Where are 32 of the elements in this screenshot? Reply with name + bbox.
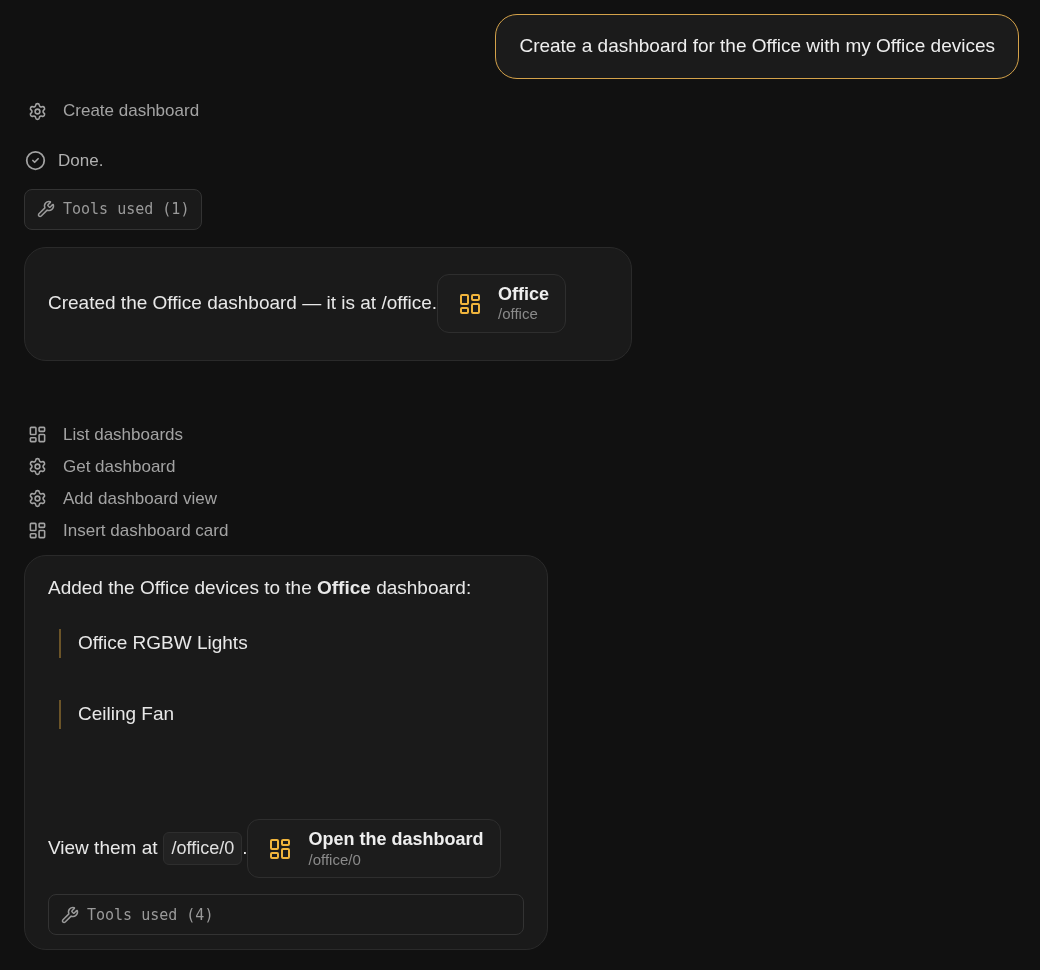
link-title: Office xyxy=(498,282,550,306)
period-text: . xyxy=(242,836,248,861)
dashboard-link-card[interactable]: Office /office xyxy=(437,273,567,334)
message-text: View them at xyxy=(48,836,158,861)
dashboard-icon xyxy=(268,836,293,861)
wrench-icon xyxy=(37,200,55,218)
device-quote: Ceiling Fan xyxy=(59,700,175,729)
path-code: /office/0 xyxy=(163,832,243,866)
message-text: Created the Office dashboard — it is at /office. xyxy=(48,291,437,316)
message-text: Added the Office devices to the Office dashboard: xyxy=(48,575,473,600)
link-path: /office xyxy=(498,305,539,325)
gear-icon xyxy=(28,489,47,508)
dashboard-icon xyxy=(28,521,47,540)
step-label: Create dashboard xyxy=(63,100,200,123)
user-message-bubble: Create a dashboard for the Office with my Office devices xyxy=(495,14,1019,79)
step-label: Add dashboard view xyxy=(63,487,218,510)
device-quote: Office RGBW Lights xyxy=(59,629,248,658)
dashboard-icon xyxy=(28,425,47,444)
gear-icon xyxy=(28,101,47,121)
step-label: Get dashboard xyxy=(63,455,176,478)
check-circle-icon xyxy=(25,150,46,172)
tools-used-button[interactable]: Tools used (1) xyxy=(24,188,203,230)
link-title: Open the dashboard xyxy=(308,828,484,851)
step-label: List dashboards xyxy=(63,423,184,446)
dashboard-icon xyxy=(458,291,482,316)
tools-used-button[interactable]: Tools used (4) xyxy=(48,894,524,936)
dashboard-link-card[interactable]: Open the dashboard /office/0 xyxy=(247,819,501,879)
wrench-icon xyxy=(61,905,79,924)
gear-icon xyxy=(28,457,47,476)
status-text: Done. xyxy=(58,150,104,172)
step-label: Insert dashboard card xyxy=(63,519,229,542)
link-path: /office/0 xyxy=(308,850,362,870)
